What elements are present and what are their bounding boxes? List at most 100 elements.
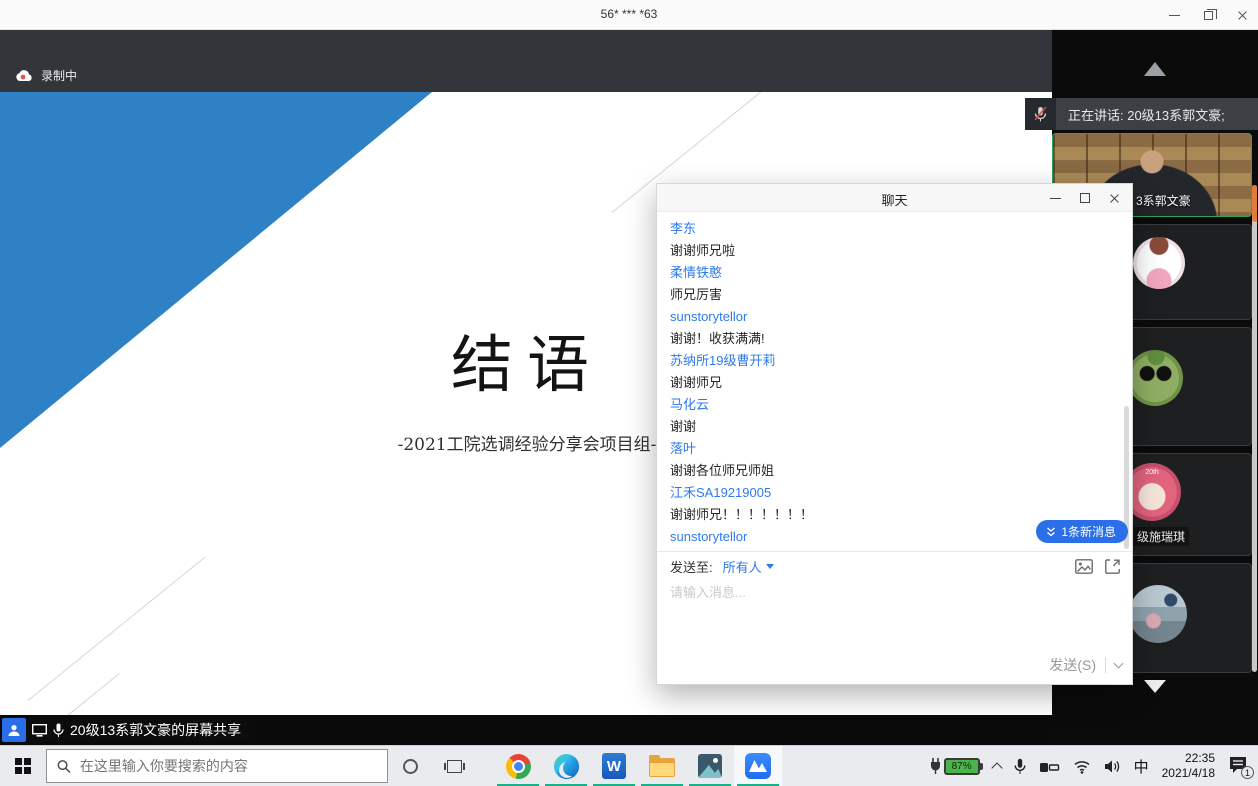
chat-window: 聊天 李东 谢谢师兄啦 柔情铁憨 师兄厉害 sunstorytellor 谢谢！… — [656, 183, 1133, 685]
chat-message-list: 李东 谢谢师兄啦 柔情铁憨 师兄厉害 sunstorytellor 谢谢！收获满… — [657, 212, 1124, 551]
speaking-banner-text: 正在讲话: 20级13系郭文豪; — [1056, 98, 1258, 130]
screen-share-icon — [32, 724, 47, 737]
sharer-avatar — [2, 718, 26, 742]
send-options-chevron-icon[interactable] — [1114, 658, 1124, 668]
slide-title: 结语 — [377, 314, 677, 404]
recording-label: 录制中 — [41, 67, 77, 84]
window-minimize-button[interactable] — [1169, 15, 1180, 16]
cortana-button[interactable] — [388, 746, 432, 786]
chevron-down-icon — [766, 564, 774, 569]
tray-overflow-chevron-icon[interactable] — [991, 762, 1002, 773]
tray-mic-icon[interactable] — [1014, 758, 1026, 775]
mic-muted-icon — [1033, 106, 1048, 122]
new-message-pill[interactable]: 1条新消息 — [1036, 520, 1128, 543]
windows-taskbar: W 87% — [0, 745, 1258, 786]
window-close-button[interactable] — [1237, 10, 1248, 21]
word-icon: W — [602, 753, 626, 779]
participant-name-label: 级施瑞琪 — [1133, 527, 1189, 546]
new-message-count: 1条新消息 — [1061, 523, 1116, 540]
chat-message: 师兄厉害 — [670, 284, 1124, 306]
window-titlebar: 56* *** *63 — [0, 0, 1258, 30]
message-input[interactable]: 请输入消息... — [670, 582, 746, 601]
send-image-icon[interactable] — [1075, 559, 1093, 574]
sidebar-scrollbar-thumb[interactable] — [1252, 185, 1257, 222]
chat-sender: 李东 — [670, 218, 1124, 240]
mic-icon — [53, 723, 64, 737]
chat-divider — [657, 551, 1132, 552]
taskbar-app-photos[interactable] — [686, 746, 734, 786]
speaker-icon[interactable] — [1104, 759, 1121, 774]
slide-corner-triangle — [0, 92, 432, 448]
search-input[interactable] — [80, 758, 377, 774]
taskbar-search-box[interactable] — [46, 749, 388, 783]
photos-icon — [698, 754, 722, 778]
chat-maximize-button[interactable] — [1080, 193, 1090, 203]
chat-sender: 柔情铁憨 — [670, 262, 1124, 284]
now-speaking-banner: 正在讲话: 20级13系郭文豪; — [1025, 98, 1258, 130]
send-to-value: 所有人 — [723, 557, 762, 576]
meeting-app-icon — [745, 753, 771, 779]
send-button[interactable]: 发送(S) — [1049, 655, 1096, 675]
taskbar-app-explorer[interactable] — [638, 746, 686, 786]
chat-titlebar[interactable]: 聊天 — [657, 184, 1132, 212]
chat-sender: 落叶 — [670, 438, 1124, 460]
battery-status[interactable]: 87% — [929, 757, 980, 775]
battery-percent: 87% — [952, 761, 972, 772]
scroll-down-arrow-icon[interactable] — [1144, 680, 1166, 693]
scroll-up-arrow-icon[interactable] — [1144, 62, 1166, 76]
send-to-label: 发送至: — [670, 557, 713, 576]
start-button[interactable] — [0, 746, 46, 786]
wifi-icon[interactable] — [1073, 759, 1091, 774]
chat-message: 谢谢师兄啦 — [670, 240, 1124, 262]
task-view-button[interactable] — [432, 746, 476, 786]
slide-decorative-line — [28, 557, 206, 701]
ime-indicator[interactable]: 中 — [1134, 756, 1149, 777]
taskbar-app-chrome[interactable] — [494, 746, 542, 786]
chat-sender: 苏纳所19级曹开莉 — [670, 350, 1124, 372]
clock-date: 2021/4/18 — [1162, 766, 1215, 781]
chat-message: 谢谢各位师兄师姐 — [670, 460, 1124, 482]
clock-time: 22:35 — [1162, 751, 1215, 766]
send-to-dropdown[interactable]: 所有人 — [723, 557, 774, 576]
task-view-icon — [447, 760, 462, 773]
participant-avatar — [1133, 237, 1185, 289]
recording-indicator[interactable]: 录制中 — [16, 67, 77, 84]
share-banner-text: 20级13系郭文豪的屏幕共享 — [70, 720, 241, 740]
recording-cloud-icon — [16, 69, 33, 82]
bottom-strip: 20级13系郭文豪的屏幕共享 — [0, 715, 1052, 745]
notification-count-badge: 1 — [1241, 766, 1254, 779]
screen-capture-icon[interactable] — [1105, 559, 1120, 574]
action-center-button[interactable]: 1 — [1228, 755, 1250, 777]
search-icon — [57, 759, 71, 774]
taskbar-clock[interactable]: 22:35 2021/4/18 — [1162, 751, 1215, 781]
slide-decorative-line — [12, 673, 120, 715]
double-chevron-down-icon — [1046, 527, 1056, 537]
window-restore-button[interactable] — [1204, 11, 1213, 20]
chrome-icon — [506, 754, 531, 779]
meeting-toolbar-area: 录制中 — [0, 30, 1052, 92]
participant-avatar — [1129, 585, 1187, 643]
avatar-text: 20th — [1145, 469, 1159, 476]
cortana-icon — [403, 759, 418, 774]
participant-avatar — [1127, 350, 1183, 406]
chat-message: 谢谢师兄 — [670, 372, 1124, 394]
chat-close-button[interactable] — [1109, 193, 1120, 204]
sidebar-scrollbar-track[interactable] — [1252, 185, 1257, 672]
meeting-id-title: 56* *** *63 — [0, 7, 1258, 21]
chat-sender: sunstorytellor — [670, 306, 1124, 328]
chat-message: 谢谢 — [670, 416, 1124, 438]
battery-icon: 87% — [944, 758, 980, 775]
tray-device-icon[interactable] — [1039, 759, 1060, 773]
chat-message: 谢谢！收获满满! — [670, 328, 1124, 350]
edge-icon — [554, 754, 579, 779]
chat-minimize-button[interactable] — [1050, 198, 1061, 199]
screen-share-banner[interactable]: 20级13系郭文豪的屏幕共享 — [2, 718, 249, 742]
divider — [1105, 657, 1106, 673]
taskbar-app-meeting[interactable] — [734, 746, 782, 786]
participant-name-label: 3系郭文豪 — [1136, 192, 1191, 209]
taskbar-app-word[interactable]: W — [590, 746, 638, 786]
file-explorer-icon — [649, 758, 675, 777]
taskbar-app-edge[interactable] — [542, 746, 590, 786]
chat-sender: 马化云 — [670, 394, 1124, 416]
meeting-app-window: 56* *** *63 录制中 结语 -2021工院选调经验分享会项目组- — [0, 0, 1258, 786]
